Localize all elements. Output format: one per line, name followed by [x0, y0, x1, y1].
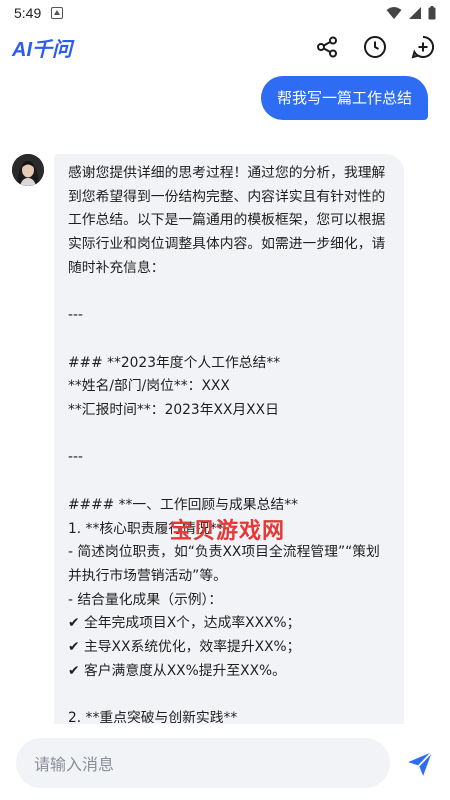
user-message-row: 帮我写一篇工作总结 — [260, 76, 428, 120]
status-bar: 5:49 — [0, 0, 450, 26]
status-icons — [386, 6, 436, 20]
send-button[interactable] — [400, 744, 440, 784]
avatar-portrait-icon — [12, 154, 44, 186]
user-message-bubble[interactable]: 帮我写一篇工作总结 — [260, 76, 428, 120]
app-actions — [312, 32, 438, 62]
status-time: 5:49 — [14, 5, 42, 21]
notification-icon — [51, 7, 64, 19]
app-brand: AI千问 — [12, 38, 72, 61]
history-button[interactable] — [360, 32, 390, 62]
input-bar: 请输入消息 — [0, 724, 450, 800]
wifi-icon — [386, 7, 402, 19]
send-icon — [408, 751, 433, 776]
app-bar: AI千问 — [0, 26, 450, 68]
share-icon — [317, 36, 337, 58]
chat-area[interactable]: 帮我写一篇工作总结 感谢您提供详细的思考过程！通过您的分析，我理解到您希望得到一… — [0, 68, 450, 724]
battery-icon — [428, 6, 436, 20]
bot-avatar[interactable] — [12, 154, 44, 186]
share-button[interactable] — [312, 32, 342, 62]
signal-icon — [409, 7, 421, 19]
new-chat-button[interactable] — [408, 32, 438, 62]
new-chat-icon — [411, 35, 435, 59]
message-input[interactable]: 请输入消息 — [16, 738, 390, 788]
history-icon — [364, 36, 386, 58]
bot-message-bubble[interactable]: 感谢您提供详细的思考过程！通过您的分析，我理解到您希望得到一份结构完整、内容详实… — [54, 154, 404, 724]
